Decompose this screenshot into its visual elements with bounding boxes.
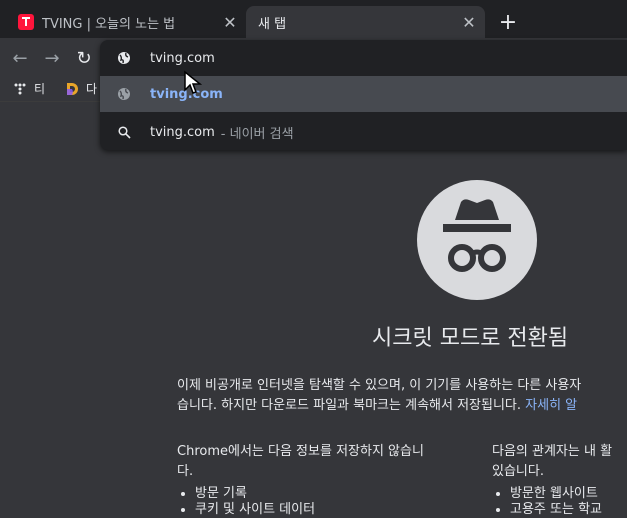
close-icon[interactable]: ✕ xyxy=(220,12,240,32)
grid-icon xyxy=(12,81,28,97)
omnibox-dropdown: tving.com tving.com tving.com - 네이버 검색 xyxy=(100,40,627,150)
reload-button[interactable]: ↻ xyxy=(72,46,96,70)
list-item: 쿠키 및 사이트 데이터 xyxy=(195,502,424,518)
learn-more-link[interactable]: 자세히 알 xyxy=(525,398,577,413)
globe-icon xyxy=(116,50,132,66)
intro-line: 이제 비공개로 인터넷을 탐색할 수 있으며, 이 기기를 사용하는 다른 사용… xyxy=(177,378,582,393)
intro-line: 습니다. 하지만 다운로드 파일과 북마크는 계속해서 저장됩니다. 자세히 알 xyxy=(177,398,578,413)
intro-text: 이제 비공개로 인터넷을 탐색할 수 있으며, 이 기기를 사용하는 다른 사용… xyxy=(177,376,627,416)
tab-title: TVING | 오늘의 노는 법 xyxy=(42,16,176,32)
section-heading: Chrome에서는 다음 정보를 저장하지 않습니 xyxy=(177,444,424,459)
bookmark-item[interactable]: 티 xyxy=(12,80,45,97)
search-icon xyxy=(116,124,132,140)
section-heading: 다음의 관계자는 내 활 xyxy=(492,444,613,459)
incognito-icon xyxy=(417,180,537,300)
tab-new-tab[interactable]: 새 탭 ✕ xyxy=(246,6,485,38)
bookmark-item[interactable]: 다 xyxy=(64,80,97,97)
omnibox-suggestion-url[interactable]: tving.com xyxy=(100,76,627,112)
section-heading: 다. xyxy=(177,464,194,479)
bookmark-label: 티 xyxy=(34,82,46,96)
tab-tving[interactable]: TVING | 오늘의 노는 법 ✕ xyxy=(8,6,246,38)
not-saved-section: Chrome에서는 다음 정보를 저장하지 않습니 다. 방문 기록 쿠키 및 … xyxy=(177,442,424,518)
suggestion-suffix: - 네이버 검색 xyxy=(220,126,294,142)
list: 방문 기록 쿠키 및 사이트 데이터 xyxy=(177,486,424,518)
tab-title: 새 탭 xyxy=(258,16,287,32)
omnibox-input[interactable]: tving.com xyxy=(100,40,627,76)
list: 방문한 웹사이트 고용주 또는 학교 xyxy=(492,486,612,518)
mouse-cursor-icon xyxy=(183,70,205,100)
suggestion-text: tving.com xyxy=(150,124,215,140)
visible-to-section: 다음의 관계자는 내 활 있습니다. 방문한 웹사이트 고용주 또는 학교 xyxy=(492,442,612,518)
omnibox-suggestion-search[interactable]: tving.com - 네이버 검색 xyxy=(100,114,627,150)
list-item: 방문 기록 xyxy=(195,486,424,502)
list-item: 방문한 웹사이트 xyxy=(510,486,612,502)
close-icon[interactable]: ✕ xyxy=(459,12,479,32)
section-heading: 있습니다. xyxy=(492,464,544,479)
globe-icon xyxy=(116,86,132,102)
new-tab-button[interactable]: + xyxy=(496,10,520,35)
tab-strip: TVING | 오늘의 노는 법 ✕ 새 탭 ✕ + xyxy=(0,0,627,38)
d-logo-icon xyxy=(64,81,80,97)
bookmark-label: 다 xyxy=(86,82,98,96)
list-item: 고용주 또는 학교 xyxy=(510,502,612,518)
tving-favicon-icon xyxy=(18,14,34,30)
forward-button[interactable]: → xyxy=(40,46,64,70)
back-button[interactable]: ← xyxy=(8,46,32,70)
omnibox-input-value: tving.com xyxy=(150,50,215,66)
page-title: 시크릿 모드로 전환됨 xyxy=(372,326,569,351)
